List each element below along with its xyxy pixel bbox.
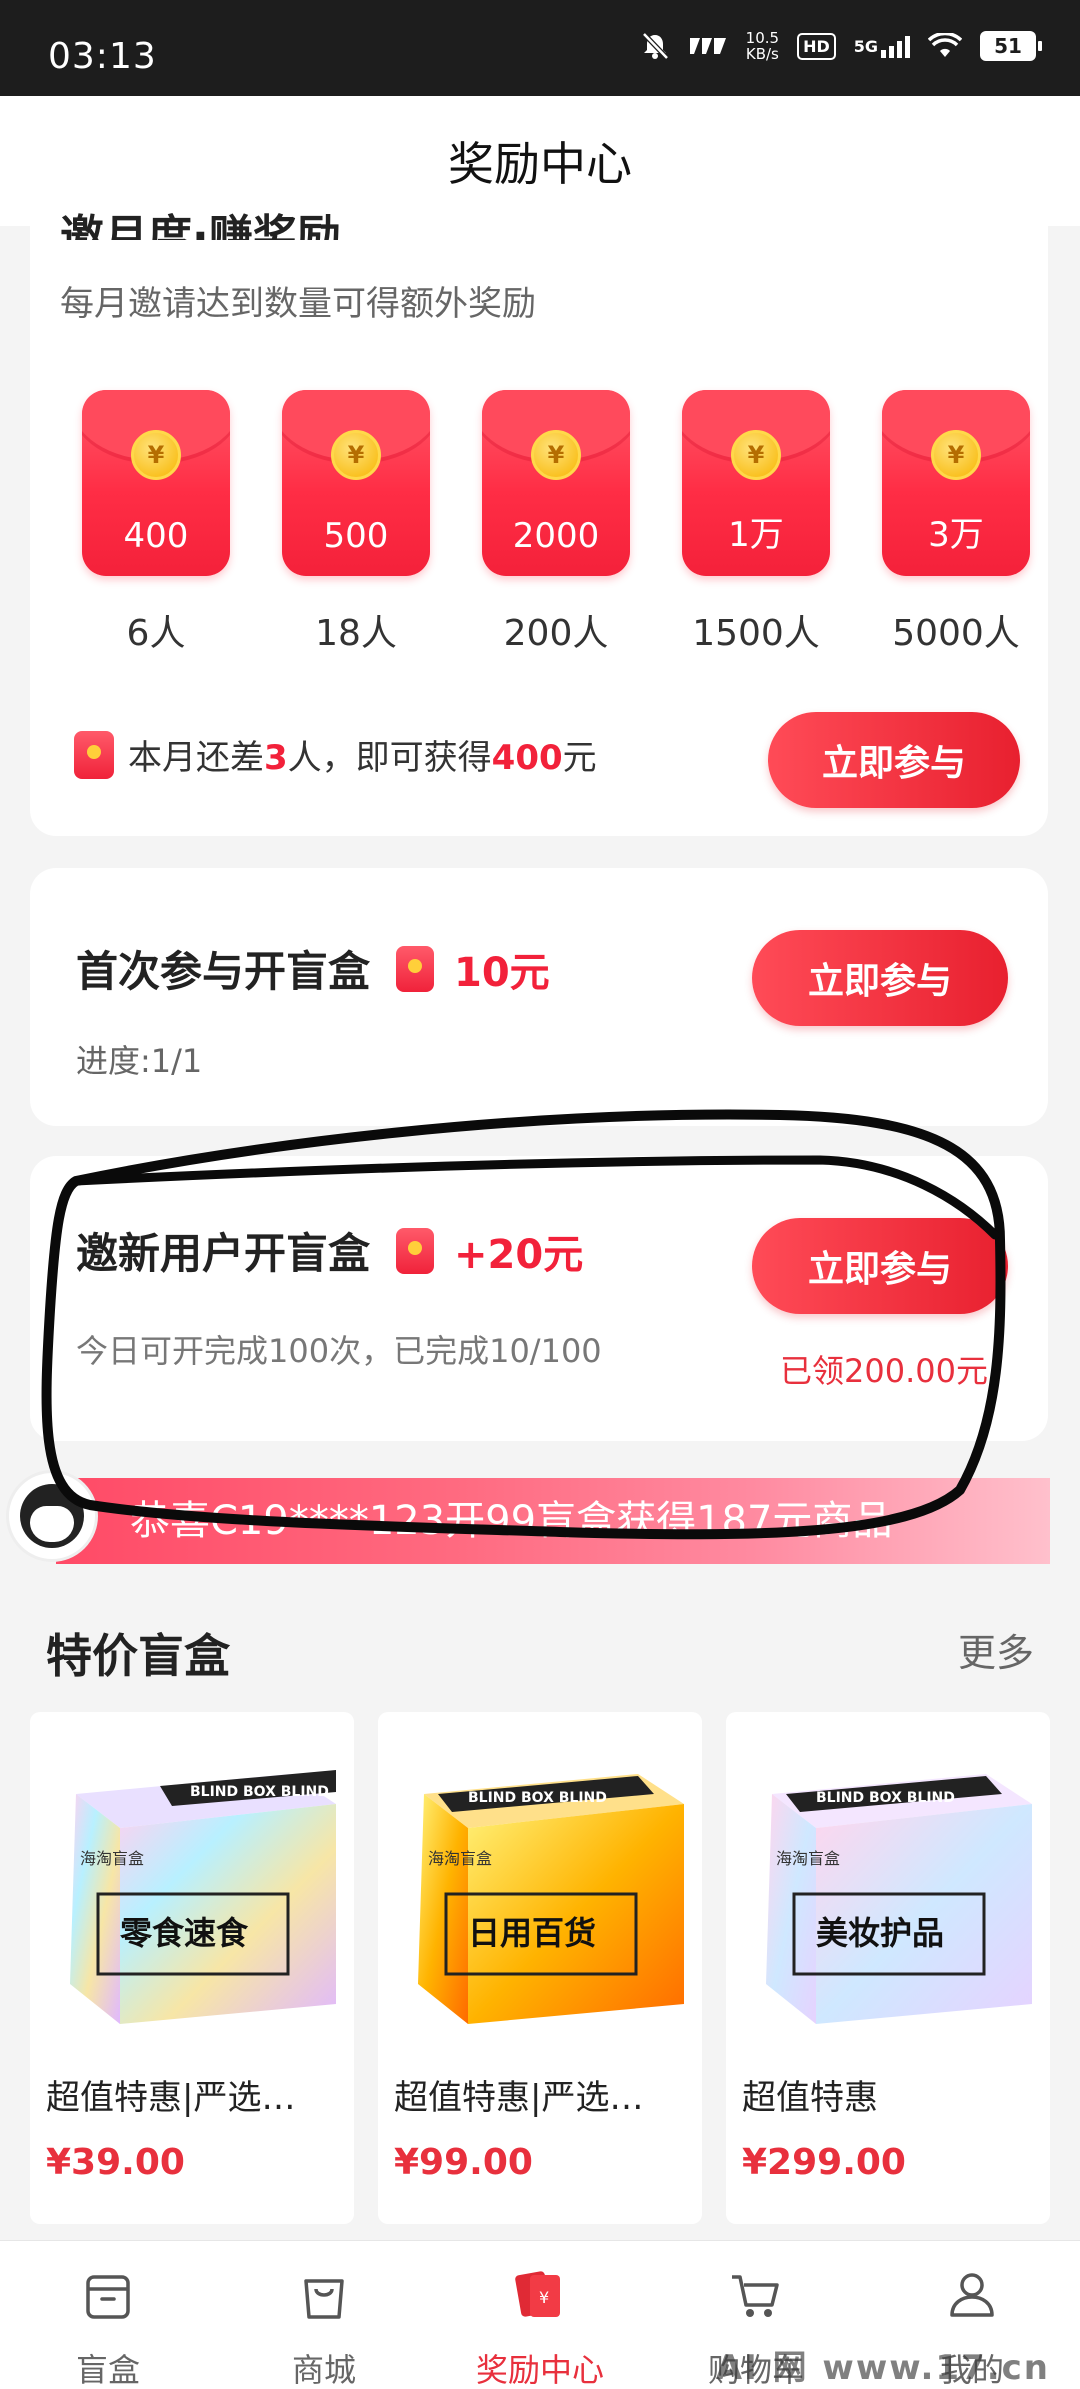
- winner-ticker: 恭喜C19****123开99盲盒获得187元商品: [0, 1470, 1080, 1570]
- task-progress: 今日可开完成100次，已完成10/100: [76, 1332, 602, 1370]
- red-envelope-icon: ¥: [515, 2271, 560, 2317]
- tab-mall[interactable]: 商城: [216, 2241, 432, 2389]
- svg-text:BLIND BOX BLIND: BLIND BOX BLIND: [816, 1790, 955, 1806]
- product-price: ¥39.00: [46, 2142, 185, 2183]
- task-reward: +20元: [454, 1231, 584, 1278]
- blind-box-image: BLIND BOX BLIND 海淘盲盒 美妆护品: [766, 1774, 1032, 2024]
- mute-bell-icon: [640, 31, 670, 61]
- monthly-card-subtitle: 每月邀请达到数量可得额外奖励: [60, 284, 536, 324]
- section-title: 特价盲盒: [46, 1629, 230, 1683]
- product-price: ¥99.00: [394, 2142, 533, 2183]
- network-speed: 10.5 KB/s: [745, 29, 780, 63]
- reward-tier: ¥500 18人: [282, 390, 430, 656]
- avatar: [6, 1470, 98, 1562]
- tier-people: 6人: [126, 613, 186, 654]
- page-title: 奖励中心: [448, 137, 632, 191]
- task-progress: 进度:1/1: [76, 1042, 203, 1080]
- reward-tiers: ¥400 6人 ¥500 18人 ¥2000 200人 ¥1万 1500人 ¥3…: [82, 390, 1030, 656]
- tier-people: 18人: [315, 613, 397, 654]
- monthly-card-title: 邀月度·赚奖励: [60, 211, 341, 240]
- red-envelope-icon: ¥2000: [482, 390, 630, 576]
- reward-tier: ¥2000 200人: [482, 390, 630, 656]
- monthly-progress-text: 本月还差3人，即可获得400元: [74, 730, 597, 779]
- battery-icon: 51: [980, 31, 1042, 61]
- svg-text:零食速食: 零食速食: [120, 1914, 249, 1952]
- reward-tier: ¥400 6人: [82, 390, 230, 656]
- wifi-icon: [928, 33, 962, 59]
- product-name: 超值特惠|严选…: [46, 2078, 296, 2118]
- ticker-text: 恭喜C19****123开99盲盒获得187元商品: [130, 1498, 893, 1544]
- product-name: 超值特惠|严选…: [394, 2078, 644, 2118]
- red-envelope-icon: ¥400: [82, 390, 230, 576]
- svg-text:海淘盲盒: 海淘盲盒: [776, 1849, 840, 1868]
- monthly-join-button[interactable]: 立即参与: [768, 712, 1020, 808]
- tier-people: 200人: [503, 613, 609, 654]
- red-envelope-icon: ¥1万: [682, 390, 830, 576]
- shopping-bag-icon: [304, 2279, 344, 2319]
- reward-tier: ¥1万 1500人: [682, 390, 830, 656]
- svg-text:美妆护品: 美妆护品: [816, 1914, 944, 1952]
- task-invite-card: 邀新用户开盲盒 +20元 今日可开完成100次，已完成10/100 立即参与 已…: [30, 1156, 1048, 1441]
- claimed-amount: 已领200.00元: [780, 1352, 988, 1390]
- cart-icon: [732, 2275, 779, 2317]
- red-envelope-icon: [396, 945, 435, 992]
- red-envelope-icon: [396, 1227, 435, 1274]
- tier-amount: 2000: [512, 516, 600, 556]
- app-notification-icon: [688, 34, 728, 58]
- status-bar: 03:13 10.5 KB/s HD 5G 51: [0, 0, 1080, 96]
- task-invite-join-button[interactable]: 立即参与: [752, 1218, 1008, 1314]
- svg-text:¥: ¥: [539, 2288, 549, 2307]
- product-name: 超值特惠: [742, 2078, 878, 2118]
- blind-box-image: BLIND BOX BLIND 海淘盲盒 零食速食: [70, 1770, 336, 2024]
- task-reward: 10元: [454, 949, 550, 996]
- task-first-join-button[interactable]: 立即参与: [752, 930, 1008, 1026]
- svg-text:BLIND BOX BLIND: BLIND BOX BLIND: [190, 1784, 329, 1800]
- hd-badge: HD: [797, 32, 836, 60]
- tier-amount: 1万: [728, 515, 784, 555]
- svg-text:BLIND BOX BLIND: BLIND BOX BLIND: [468, 1790, 607, 1806]
- tab-label: 奖励中心: [475, 2351, 604, 2389]
- product-price: ¥299.00: [742, 2142, 906, 2183]
- tab-label: 盲盒: [75, 2351, 140, 2389]
- svg-text:海淘盲盒: 海淘盲盒: [428, 1849, 492, 1868]
- tier-amount: 3万: [928, 515, 984, 555]
- tier-people: 1500人: [692, 613, 820, 654]
- more-link[interactable]: 更多: [958, 1622, 1034, 1677]
- tab-blind-box[interactable]: 盲盒: [0, 2241, 216, 2389]
- tier-people: 5000人: [892, 613, 1020, 654]
- monthly-invite-card: 邀月度·赚奖励 每月邀请达到数量可得额外奖励 ¥400 6人 ¥500 18人 …: [30, 211, 1048, 836]
- task-title: 首次参与开盲盒: [76, 947, 371, 996]
- svg-text:海淘盲盒: 海淘盲盒: [80, 1849, 144, 1868]
- signal-icon: 5G: [854, 34, 910, 58]
- svg-text:日用百货: 日用百货: [468, 1914, 596, 1952]
- status-time: 03:13: [48, 36, 157, 77]
- tab-reward-center[interactable]: ¥ 奖励中心: [432, 2241, 648, 2389]
- red-envelope-icon: ¥3万: [882, 390, 1030, 576]
- product-card[interactable]: BLIND BOX BLIND 海淘盲盒 美妆护品 超值特惠 ¥299.00: [726, 1712, 1050, 2224]
- product-card[interactable]: BLIND BOX BLIND 海淘盲盒 零食速食 超值特惠|严选… ¥39.0…: [30, 1712, 354, 2224]
- watermark: AI 网 www.17.cn: [715, 2348, 1050, 2388]
- task-first-open-card: 首次参与开盲盒 10元 进度:1/1 立即参与: [30, 868, 1048, 1126]
- tab-label: 商城: [291, 2351, 356, 2389]
- task-title: 邀新用户开盲盒: [76, 1229, 371, 1278]
- red-envelope-icon: ¥500: [282, 390, 430, 576]
- product-list: BLIND BOX BLIND 海淘盲盒 零食速食 超值特惠|严选… ¥39.0…: [30, 1712, 1050, 2224]
- reward-tier: ¥3万 5000人: [882, 390, 1030, 656]
- blind-box-image: BLIND BOX BLIND 海淘盲盒 日用百货: [418, 1774, 684, 2024]
- user-icon: [950, 2273, 994, 2317]
- red-envelope-icon: [74, 730, 114, 779]
- tier-amount: 400: [123, 516, 189, 556]
- box-icon: [86, 2275, 130, 2319]
- product-card[interactable]: BLIND BOX BLIND 海淘盲盒 日用百货 超值特惠|严选… ¥99.0…: [378, 1712, 702, 2224]
- tier-amount: 500: [323, 516, 389, 556]
